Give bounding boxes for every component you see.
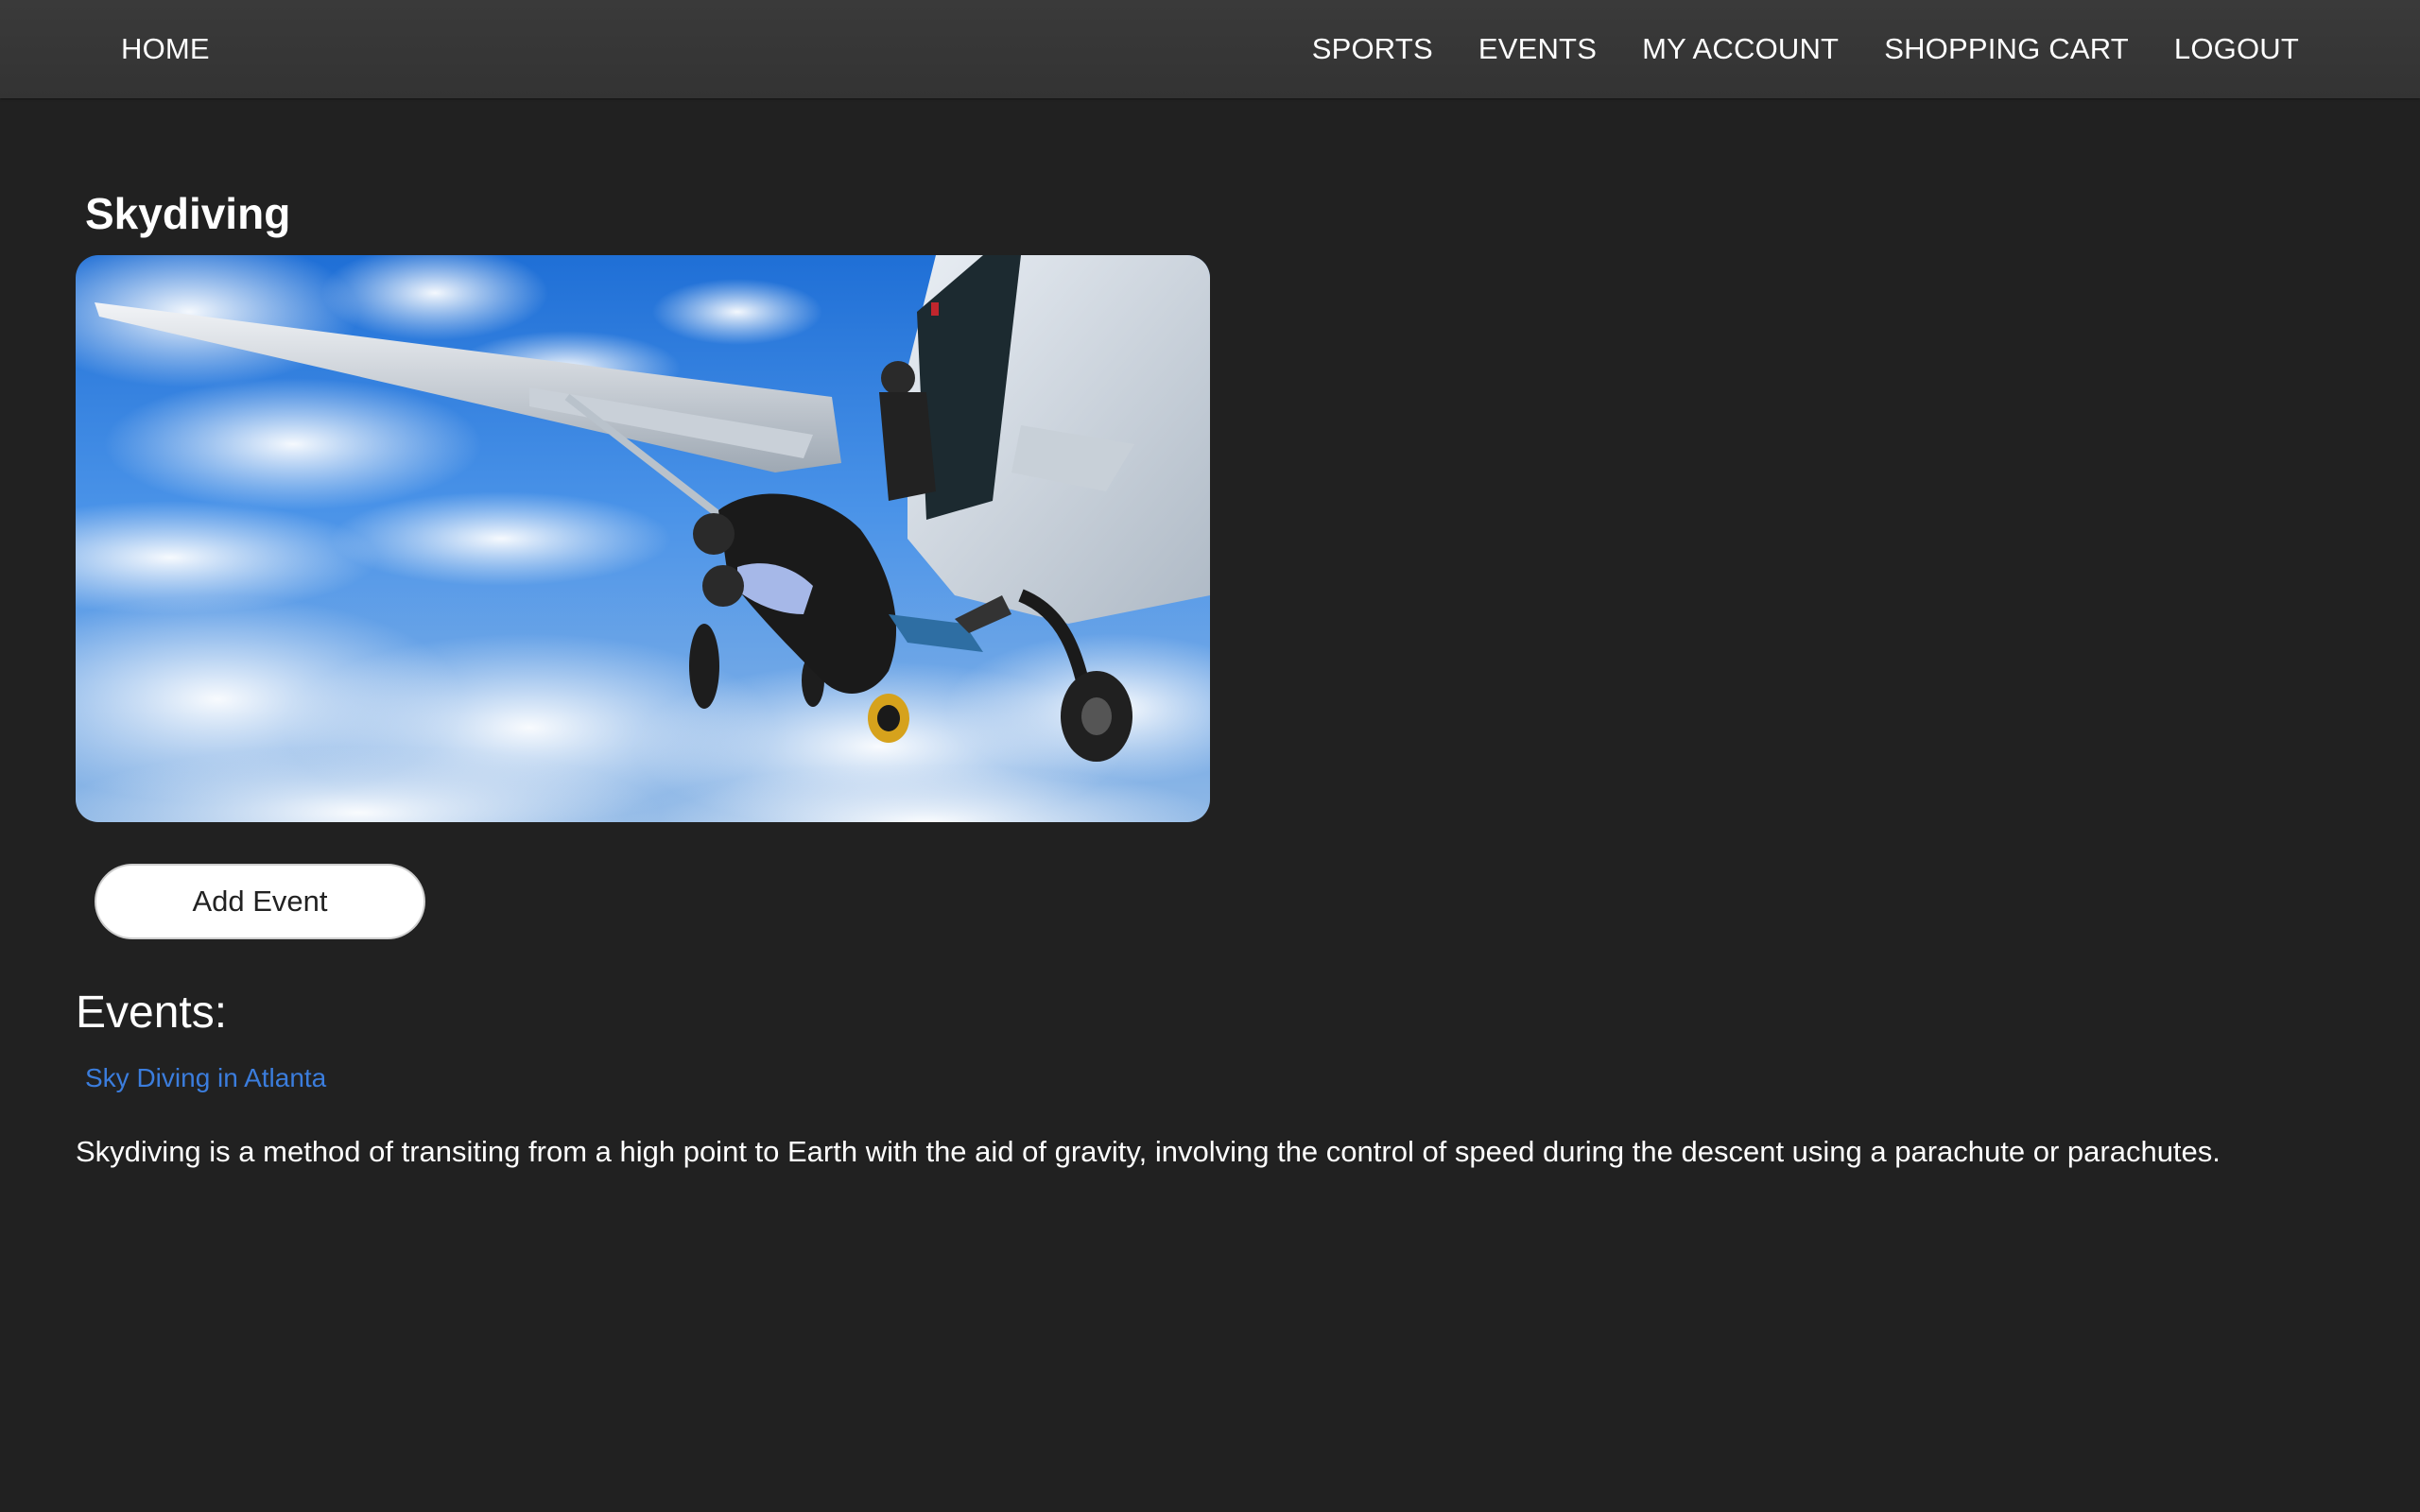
- event-link[interactable]: Sky Diving in Atlanta: [85, 1059, 326, 1097]
- sport-description: Skydiving is a method of transiting from…: [76, 1135, 2221, 1168]
- add-event-button[interactable]: Add Event: [95, 864, 425, 939]
- nav-logout-link[interactable]: LOGOUT: [2174, 0, 2299, 98]
- nav-events-link[interactable]: EVENTS: [1478, 0, 1597, 98]
- sport-hero-image: [76, 255, 1210, 822]
- top-navbar: HOME SPORTS EVENTS MY ACCOUNT SHOPPING C…: [0, 0, 2420, 98]
- nav-home-link[interactable]: HOME: [121, 0, 210, 98]
- nav-sports-link[interactable]: SPORTS: [1312, 0, 1433, 98]
- nav-shopping-cart-link[interactable]: SHOPPING CART: [1884, 0, 2129, 98]
- nav-right-group: SPORTS EVENTS MY ACCOUNT SHOPPING CART L…: [1312, 0, 2299, 98]
- events-heading: Events:: [76, 988, 228, 1038]
- sport-title: Skydiving: [85, 189, 291, 238]
- nav-my-account-link[interactable]: MY ACCOUNT: [1642, 0, 1839, 98]
